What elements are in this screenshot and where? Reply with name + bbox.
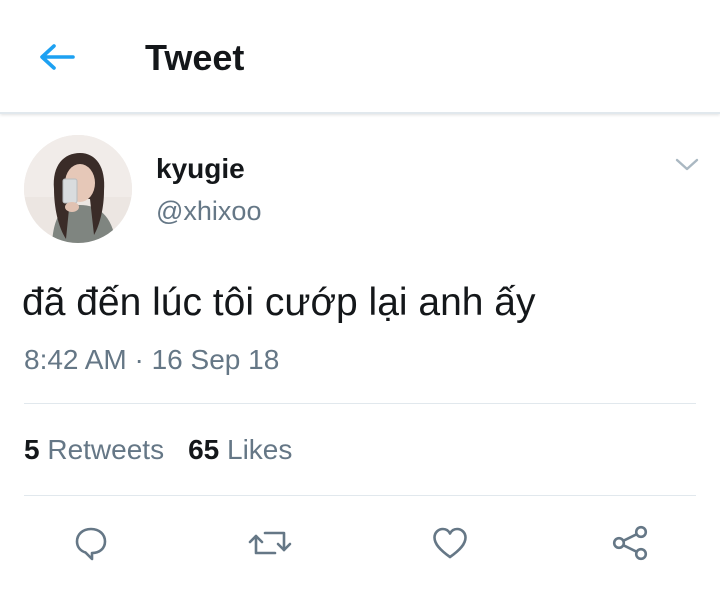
share-icon <box>612 525 648 561</box>
top-bar: Tweet <box>0 0 720 114</box>
reply-icon <box>75 527 107 561</box>
arrow-left-icon <box>40 44 75 70</box>
retweets-count: 5 <box>24 434 40 465</box>
likes-label: Likes <box>227 434 293 465</box>
retweets-label: Retweets <box>47 434 165 465</box>
likes-count: 65 <box>188 434 220 465</box>
tweet-text: đã đến lúc tôi cướp lại anh ấy <box>22 281 536 324</box>
share-button[interactable] <box>607 520 653 566</box>
author-display-name[interactable]: kyugie <box>156 152 245 186</box>
tweet-timestamp: 8:42 AM · 16 Sep 18 <box>24 344 280 375</box>
page-title: Tweet <box>145 37 245 78</box>
tweet-stats: 5 Retweets 65 Likes <box>24 433 292 467</box>
chevron-down-icon <box>675 158 699 171</box>
avatar-image <box>24 135 132 243</box>
retweet-icon <box>248 531 292 555</box>
back-button[interactable] <box>34 38 80 76</box>
tweet-menu-button[interactable] <box>672 152 702 178</box>
divider <box>24 495 696 496</box>
avatar[interactable] <box>24 135 132 243</box>
like-button[interactable] <box>427 520 473 566</box>
reply-button[interactable] <box>68 520 114 566</box>
like-icon <box>433 527 467 559</box>
divider <box>24 403 696 404</box>
author-handle[interactable]: @xhixoo <box>156 195 261 227</box>
likes-stat[interactable]: 65 Likes <box>188 433 292 467</box>
retweets-stat[interactable]: 5 Retweets <box>24 433 164 467</box>
retweet-button[interactable] <box>247 520 293 566</box>
